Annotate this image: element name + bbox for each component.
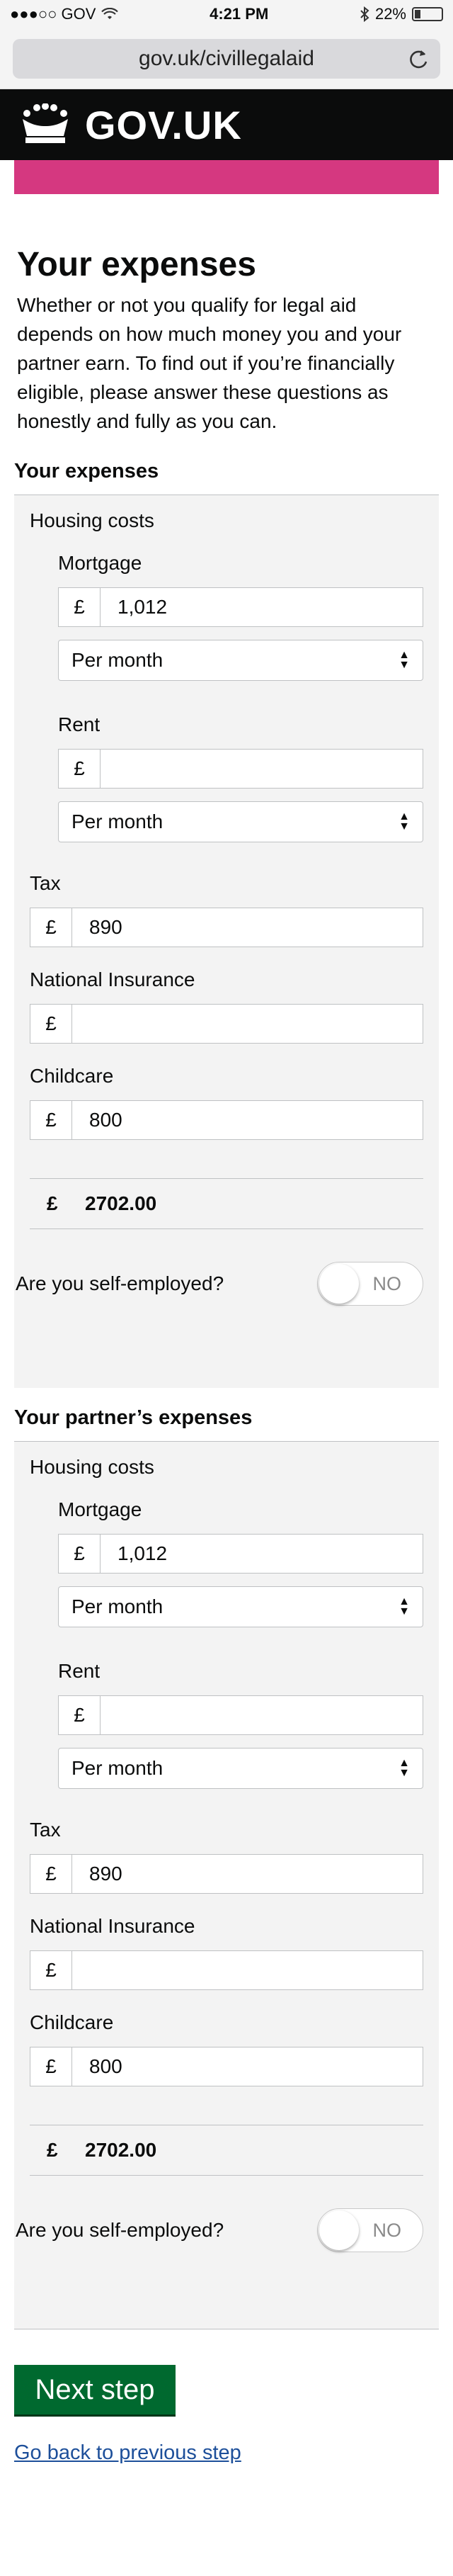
rent-period-value: Per month: [71, 810, 164, 832]
partner-childcare-value[interactable]: 800: [72, 2047, 423, 2086]
partner-expenses-panel: Housing costs Mortgage £ 1,012 Per month…: [14, 1442, 439, 2329]
partner-tax-input[interactable]: £ 890: [30, 1854, 423, 1894]
mortgage-period-select[interactable]: Per month ▲ ▼: [58, 640, 423, 681]
select-arrows-icon: ▲ ▼: [398, 1595, 410, 1617]
accent-bar: [14, 160, 439, 194]
currency-symbol: £: [30, 1101, 72, 1139]
select-arrows-icon: ▲ ▼: [398, 1757, 410, 1779]
tax-value[interactable]: 890: [72, 908, 423, 947]
rent-label: Rent: [58, 1660, 101, 1682]
toggle-knob[interactable]: [319, 2210, 359, 2250]
status-bar: ●●●○○ GOV 4:21 PM 22%: [0, 0, 453, 28]
tax-label: Tax: [30, 1819, 61, 1841]
self-employed-row: Are you self-employed? NO: [16, 1262, 423, 1306]
partner-expenses-section: Your partner’s expenses Housing costs Mo…: [0, 1406, 453, 2329]
partner-tax-value[interactable]: 890: [72, 1855, 423, 1893]
govuk-logo-text[interactable]: GOV.UK: [85, 102, 242, 148]
back-link[interactable]: Go back to previous step: [14, 2441, 241, 2465]
national-insurance-label: National Insurance: [30, 1915, 195, 1937]
partner-mortgage-input[interactable]: £ 1,012: [58, 1534, 423, 1574]
total-value: 2702.00: [85, 2139, 157, 2161]
page-intro: Whether or not you qualify for legal aid…: [17, 294, 402, 432]
tax-label: Tax: [30, 872, 61, 894]
clock: 4:21 PM: [210, 5, 269, 23]
reload-icon[interactable]: [408, 47, 429, 70]
total-currency: £: [47, 2139, 58, 2161]
currency-symbol: £: [59, 1696, 101, 1734]
toggle-state: NO: [372, 1273, 402, 1294]
rent-input[interactable]: £: [58, 749, 423, 789]
rent-label: Rent: [58, 713, 101, 735]
rent-period-value: Per month: [71, 1757, 164, 1779]
mortgage-period-value: Per month: [71, 1595, 164, 1617]
partner-rent-input[interactable]: £: [58, 1695, 423, 1735]
partner-mortgage-period-select[interactable]: Per month ▲ ▼: [58, 1586, 423, 1627]
crown-icon[interactable]: [18, 103, 72, 146]
carrier-label: ●●●○○ GOV: [10, 5, 96, 23]
battery-percent: 22%: [374, 5, 406, 23]
currency-symbol: £: [59, 750, 101, 788]
browser-toolbar: gov.uk/civillegalaid: [0, 28, 453, 89]
next-step-button[interactable]: Next step: [14, 2365, 176, 2414]
expenses-total: £ 2702.00: [30, 1178, 423, 1229]
rent-period-select[interactable]: Per month ▲ ▼: [58, 801, 423, 842]
currency-symbol: £: [30, 2047, 72, 2086]
national-insurance-label: National Insurance: [30, 968, 195, 990]
section-heading: Your partner’s expenses: [14, 1406, 439, 1442]
partner-self-employed-row: Are you self-employed? NO: [16, 2208, 423, 2252]
expenses-panel: Housing costs Mortgage £ 1,012 Per month…: [14, 495, 439, 1388]
address-bar[interactable]: gov.uk/civillegalaid: [13, 38, 440, 79]
partner-rent-period-select[interactable]: Per month ▲ ▼: [58, 1748, 423, 1789]
select-arrows-icon: ▲ ▼: [398, 810, 410, 832]
partner-expenses-total: £ 2702.00: [30, 2125, 423, 2176]
mortgage-value[interactable]: 1,012: [101, 588, 423, 626]
partner-national-insurance-input[interactable]: £: [30, 1950, 423, 1990]
self-employed-label: Are you self-employed?: [16, 1272, 224, 1294]
national-insurance-value[interactable]: [72, 1005, 423, 1043]
currency-symbol: £: [59, 588, 101, 626]
govuk-header: GOV.UK: [0, 89, 453, 160]
currency-symbol: £: [30, 1951, 72, 1989]
section-heading: Your expenses: [14, 460, 439, 495]
wifi-icon: [101, 8, 119, 19]
url-text[interactable]: gov.uk/civillegalaid: [139, 47, 314, 71]
partner-childcare-input[interactable]: £ 800: [30, 2047, 423, 2086]
page-title: Your expenses: [17, 246, 256, 283]
childcare-label: Childcare: [30, 2011, 114, 2033]
your-expenses-section: Your expenses Housing costs Mortgage £ 1…: [0, 460, 453, 1388]
total-currency: £: [47, 1192, 58, 1214]
toggle-knob[interactable]: [319, 1264, 359, 1304]
self-employed-toggle[interactable]: NO: [317, 1262, 423, 1306]
select-arrows-icon: ▲ ▼: [398, 649, 410, 671]
housing-label: Housing costs: [30, 509, 154, 531]
total-value: 2702.00: [85, 1192, 157, 1214]
self-employed-label: Are you self-employed?: [16, 2219, 224, 2241]
partner-self-employed-toggle[interactable]: NO: [317, 2208, 423, 2252]
partner-national-insurance-value[interactable]: [72, 1951, 423, 1989]
currency-symbol: £: [30, 908, 72, 947]
bluetooth-icon: [360, 6, 369, 22]
partner-mortgage-value[interactable]: 1,012: [101, 1535, 423, 1573]
childcare-input[interactable]: £ 800: [30, 1100, 423, 1140]
mortgage-period-value: Per month: [71, 649, 164, 671]
mortgage-label: Mortgage: [58, 1498, 142, 1520]
childcare-value[interactable]: 800: [72, 1101, 423, 1139]
rent-value[interactable]: [101, 750, 423, 788]
mortgage-input[interactable]: £ 1,012: [58, 587, 423, 627]
toggle-state: NO: [372, 2220, 402, 2241]
housing-label: Housing costs: [30, 1456, 154, 1478]
currency-symbol: £: [30, 1855, 72, 1893]
national-insurance-input[interactable]: £: [30, 1004, 423, 1044]
tax-input[interactable]: £ 890: [30, 908, 423, 947]
childcare-label: Childcare: [30, 1065, 114, 1087]
currency-symbol: £: [59, 1535, 101, 1573]
currency-symbol: £: [30, 1005, 72, 1043]
partner-rent-value[interactable]: [101, 1696, 423, 1734]
battery-icon: [412, 7, 443, 21]
mortgage-label: Mortgage: [58, 552, 142, 574]
